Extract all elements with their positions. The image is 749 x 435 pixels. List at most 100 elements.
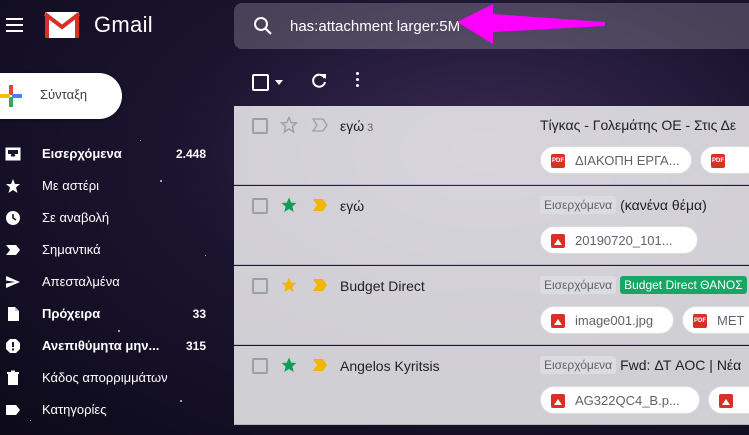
sidebar-item-trash[interactable]: Κάδος απορριμμάτων bbox=[0, 362, 220, 394]
email-subject: Τίγκας - Γολεμάτης ΟΕ - Στις Δε bbox=[540, 116, 737, 133]
attachment-name: 20190720_101... bbox=[575, 233, 673, 248]
important-marker-icon[interactable] bbox=[312, 278, 328, 292]
label-tag[interactable]: Εισερχόμενα bbox=[540, 196, 617, 214]
sidebar-item-label: Με αστέρι bbox=[42, 178, 99, 193]
pdf-icon bbox=[711, 154, 725, 168]
attachment-name: image001.jpg bbox=[575, 313, 654, 328]
search-input[interactable] bbox=[290, 13, 530, 39]
sidebar-item-important[interactable]: Σημαντικά bbox=[0, 234, 220, 266]
email-row[interactable]: εγώ3 Τίγκας - Γολεμάτης ΟΕ - Στις Δε ΔΙΑ… bbox=[234, 106, 749, 185]
image-icon bbox=[551, 394, 565, 408]
email-row[interactable]: Budget Direct Εισερχόμενα Budget Direct Θ… bbox=[234, 266, 749, 345]
attachment-chip[interactable]: ΜΕΤ bbox=[682, 306, 749, 334]
gmail-logo-icon[interactable] bbox=[44, 10, 80, 40]
sidebar-item-inbox[interactable]: Εισερχόμενα 2.448 bbox=[0, 138, 220, 170]
email-sender: Budget Direct bbox=[340, 278, 425, 294]
attachment-chip[interactable]: ΔΙΑΚΟΠΗ ΕΡΓΑ... bbox=[540, 146, 692, 174]
refresh-icon[interactable] bbox=[310, 72, 328, 90]
sidebar-item-drafts[interactable]: Πρόχειρα 33 bbox=[0, 298, 220, 330]
trash-icon bbox=[7, 370, 19, 385]
sidebar-item-starred[interactable]: Με αστέρι bbox=[0, 170, 220, 202]
sender-name: εγώ bbox=[340, 118, 365, 134]
email-sender: εγώ bbox=[340, 198, 364, 214]
sidebar-item-snoozed[interactable]: Σε αναβολή bbox=[0, 202, 220, 234]
list-toolbar bbox=[234, 62, 749, 102]
star-yellow-icon[interactable] bbox=[280, 276, 298, 294]
row-checkbox[interactable] bbox=[252, 278, 268, 294]
label-tag[interactable]: Budget Direct ΘΑΝΟΣ bbox=[620, 276, 747, 294]
row-checkbox[interactable] bbox=[252, 198, 268, 214]
email-subject-line: Εισερχόμενα Budget Direct ΘΑΝΟΣ bbox=[540, 276, 749, 296]
star-icon bbox=[6, 179, 20, 193]
image-icon bbox=[551, 234, 565, 248]
star-green-icon[interactable] bbox=[280, 196, 298, 214]
search-icon[interactable] bbox=[252, 15, 274, 37]
important-marker-icon[interactable] bbox=[312, 358, 328, 372]
attachment-chips: AG322QC4_B.p... bbox=[540, 386, 749, 418]
label-icon bbox=[6, 405, 20, 415]
sidebar-item-spam[interactable]: Ανεπιθύμητα μην... 315 bbox=[0, 330, 220, 362]
sidebar-item-label: Κατηγορίες bbox=[42, 402, 107, 417]
important-icon bbox=[6, 245, 20, 255]
email-sender: εγώ 3 bbox=[340, 118, 373, 134]
draft-icon bbox=[8, 307, 19, 321]
sidebar-item-label: Κάδος απορριμμάτων bbox=[42, 370, 168, 385]
attachment-chip[interactable] bbox=[700, 146, 749, 174]
label-tag[interactable]: Εισερχόμενα bbox=[540, 356, 617, 374]
important-outline-icon[interactable] bbox=[312, 118, 328, 132]
sidebar-item-categories[interactable]: Κατηγορίες bbox=[0, 394, 220, 426]
pdf-icon bbox=[551, 154, 565, 168]
email-row[interactable]: εγώ Εισερχόμενα (κανένα θέμα) 20190720_10… bbox=[234, 186, 749, 265]
select-dropdown-chevron-down-icon[interactable] bbox=[275, 80, 283, 85]
sender-name: εγώ bbox=[340, 198, 365, 214]
select-all-checkbox[interactable] bbox=[252, 74, 269, 91]
email-list: εγώ3 Τίγκας - Γολεμάτης ΟΕ - Στις Δε ΔΙΑ… bbox=[234, 106, 749, 435]
sidebar-item-sent[interactable]: Απεσταλμένα bbox=[0, 266, 220, 298]
sidebar-item-label: Εισερχόμενα bbox=[42, 146, 122, 161]
important-marker-icon[interactable] bbox=[312, 198, 328, 212]
attachment-chips: ΔΙΑΚΟΠΗ ΕΡΓΑ... bbox=[540, 146, 749, 178]
compose-button[interactable]: Σύνταξη bbox=[0, 73, 122, 119]
star-green-icon[interactable] bbox=[280, 356, 298, 374]
sidebar-item-label: Πρόχειρα bbox=[42, 306, 101, 321]
attachment-chip[interactable]: AG322QC4_B.p... bbox=[540, 386, 700, 414]
sidebar-item-count: 2.448 bbox=[175, 147, 206, 161]
inbox-icon bbox=[5, 147, 21, 161]
email-subject-line: Εισερχόμενα (κανένα θέμα) bbox=[540, 196, 749, 216]
spam-icon bbox=[6, 339, 20, 353]
more-options-icon[interactable] bbox=[354, 72, 360, 90]
attachment-chips: 20190720_101... bbox=[540, 226, 749, 258]
attachment-name: ΔΙΑΚΟΠΗ ΕΡΓΑ... bbox=[575, 153, 680, 168]
email-subject-line: Τίγκας - Γολεμάτης ΟΕ - Στις Δε bbox=[540, 116, 749, 136]
star-outline-icon[interactable] bbox=[280, 116, 298, 134]
row-checkbox[interactable] bbox=[252, 118, 268, 134]
attachment-chip[interactable]: image001.jpg bbox=[540, 306, 674, 334]
pdf-icon bbox=[693, 314, 707, 328]
attachment-name: ΜΕΤ bbox=[717, 313, 745, 328]
compose-plus-icon bbox=[0, 85, 22, 107]
main-menu-icon[interactable] bbox=[4, 14, 26, 36]
attachment-name: AG322QC4_B.p... bbox=[575, 393, 680, 408]
search-bar[interactable] bbox=[234, 3, 749, 49]
sidebar-item-label: Σημαντικά bbox=[42, 242, 101, 257]
sidebar-item-label: Σε αναβολή bbox=[42, 210, 110, 225]
image-icon bbox=[551, 314, 565, 328]
attachment-chips: image001.jpg ΜΕΤ bbox=[540, 306, 749, 338]
email-subject: (κανένα θέμα) bbox=[620, 197, 707, 213]
send-icon bbox=[6, 276, 20, 288]
clock-icon bbox=[6, 211, 20, 225]
email-row[interactable]: Angelos Kyritsis Εισερχόμενα Fwd: ΔΤ AOC … bbox=[234, 346, 749, 425]
sidebar-item-count: 315 bbox=[185, 339, 206, 353]
compose-label: Σύνταξη bbox=[40, 87, 88, 102]
thread-count: 3 bbox=[367, 122, 374, 134]
top-bar: Gmail bbox=[0, 0, 749, 56]
attachment-chip[interactable]: 20190720_101... bbox=[540, 226, 698, 254]
email-subject: Fwd: ΔΤ AOC | Νέα bbox=[620, 357, 742, 373]
attachment-chip[interactable] bbox=[708, 386, 749, 414]
sender-name: Budget Direct bbox=[340, 278, 425, 294]
app-brand[interactable]: Gmail bbox=[94, 12, 153, 38]
label-tag[interactable]: Εισερχόμενα bbox=[540, 276, 617, 294]
sidebar-nav: Εισερχόμενα 2.448 Με αστέρι Σε αναβολή Σ… bbox=[0, 138, 220, 426]
email-subject-line: Εισερχόμενα Fwd: ΔΤ AOC | Νέα bbox=[540, 356, 749, 376]
row-checkbox[interactable] bbox=[252, 358, 268, 374]
